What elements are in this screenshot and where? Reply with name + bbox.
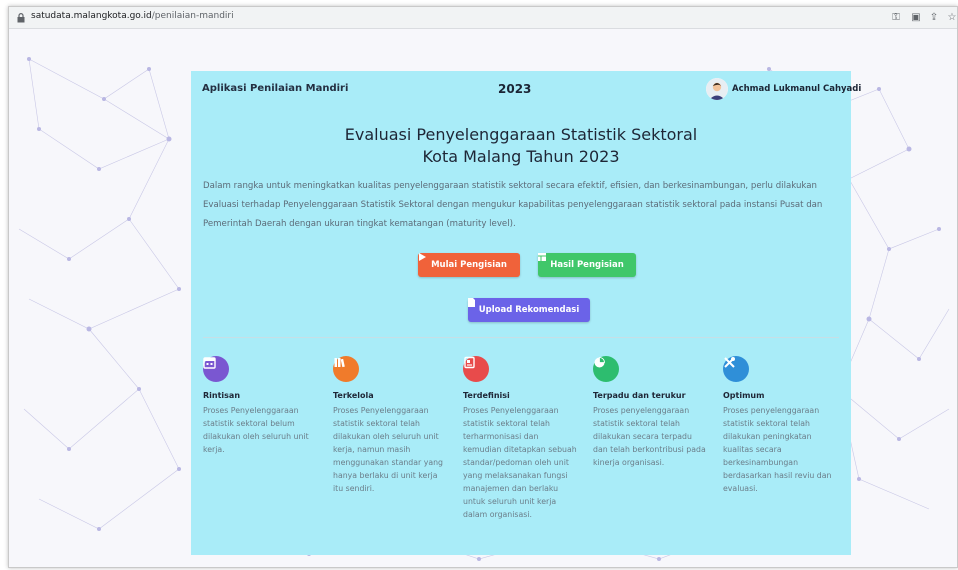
- level-title: Optimum: [723, 391, 765, 400]
- app-title: Aplikasi Penilaian Mandiri: [202, 83, 349, 94]
- file-icon: [468, 298, 475, 307]
- assessment-card: Aplikasi Penilaian Mandiri 2023 Achmad L…: [191, 71, 861, 555]
- level-title: Terpadu dan terukur: [593, 391, 686, 400]
- upload-recommendation-label: Upload Rekomendasi: [478, 305, 580, 315]
- intro-paragraph: Dalam rangka untuk meningkatkan kualitas…: [203, 181, 823, 229]
- level-title: Terkelola: [333, 391, 374, 400]
- lock-icon: [17, 13, 25, 23]
- pie-chart-icon: [593, 356, 619, 382]
- level-title: Rintisan: [203, 391, 241, 400]
- section-divider: [203, 337, 839, 338]
- share-icon[interactable]: ⇪: [927, 11, 941, 25]
- upload-recommendation-button[interactable]: Upload Rekomendasi: [468, 298, 590, 322]
- document-icon: [463, 356, 489, 382]
- level-description: Proses penyelenggaraan statistik sektora…: [593, 406, 706, 467]
- books-icon: [333, 356, 359, 382]
- level-description: Proses Penyelenggaraan statistik sektora…: [463, 406, 577, 519]
- user-name[interactable]: Achmad Lukmanul Cahyadi: [732, 84, 861, 94]
- page-title-line-2: Kota Malang Tahun 2023: [422, 147, 620, 166]
- results-label: Hasil Pengisian: [550, 260, 624, 270]
- url-host: satudata.malangkota.go.id: [31, 11, 152, 21]
- url-path: /penilaian-mandiri: [151, 11, 234, 21]
- page-background: Aplikasi Penilaian Mandiri 2023 Achmad L…: [9, 29, 957, 567]
- start-filling-button[interactable]: Mulai Pengisian: [418, 253, 520, 277]
- page-title-line-1: Evaluasi Penyelenggaraan Statistik Sekto…: [344, 125, 698, 144]
- key-icon[interactable]: ⚿: [889, 11, 903, 25]
- year-label: 2023: [498, 82, 532, 96]
- level-terkelola: Terkelola Proses Penyelenggaraan statist…: [333, 356, 449, 495]
- level-description: Proses penyelenggaraan statistik sektora…: [723, 406, 832, 493]
- calendar-icon: [203, 356, 229, 382]
- table-icon: [538, 253, 546, 261]
- avatar-icon: [706, 78, 728, 100]
- level-terdefinisi: Terdefinisi Proses Penyelenggaraan stati…: [463, 356, 579, 521]
- level-optimum: Optimum Proses penyelenggaraan statistik…: [723, 356, 839, 495]
- tools-icon: [723, 356, 749, 382]
- level-title: Terdefinisi: [463, 391, 510, 400]
- results-button[interactable]: Hasil Pengisian: [538, 253, 636, 277]
- play-icon: [419, 253, 426, 261]
- start-filling-label: Mulai Pengisian: [431, 260, 507, 270]
- level-terpadu-terukur: Terpadu dan terukur Proses penyelenggara…: [593, 356, 709, 469]
- translate-icon[interactable]: ▣: [909, 11, 923, 25]
- level-rintisan: Rintisan Proses Penyelenggaraan statisti…: [203, 356, 319, 456]
- card-header: Aplikasi Penilaian Mandiri 2023 Achmad L…: [191, 71, 861, 109]
- browser-window: satudata.malangkota.go.id/penilaian-mand…: [8, 6, 958, 568]
- user-avatar[interactable]: [706, 78, 728, 100]
- level-description: Proses Penyelenggaraan statistik sektora…: [203, 406, 309, 454]
- level-description: Proses Penyelenggaraan statistik sektora…: [333, 406, 444, 493]
- address-bar[interactable]: satudata.malangkota.go.id/penilaian-mand…: [9, 7, 957, 29]
- star-icon[interactable]: ☆: [945, 11, 957, 25]
- url-text[interactable]: satudata.malangkota.go.id/penilaian-mand…: [31, 11, 234, 21]
